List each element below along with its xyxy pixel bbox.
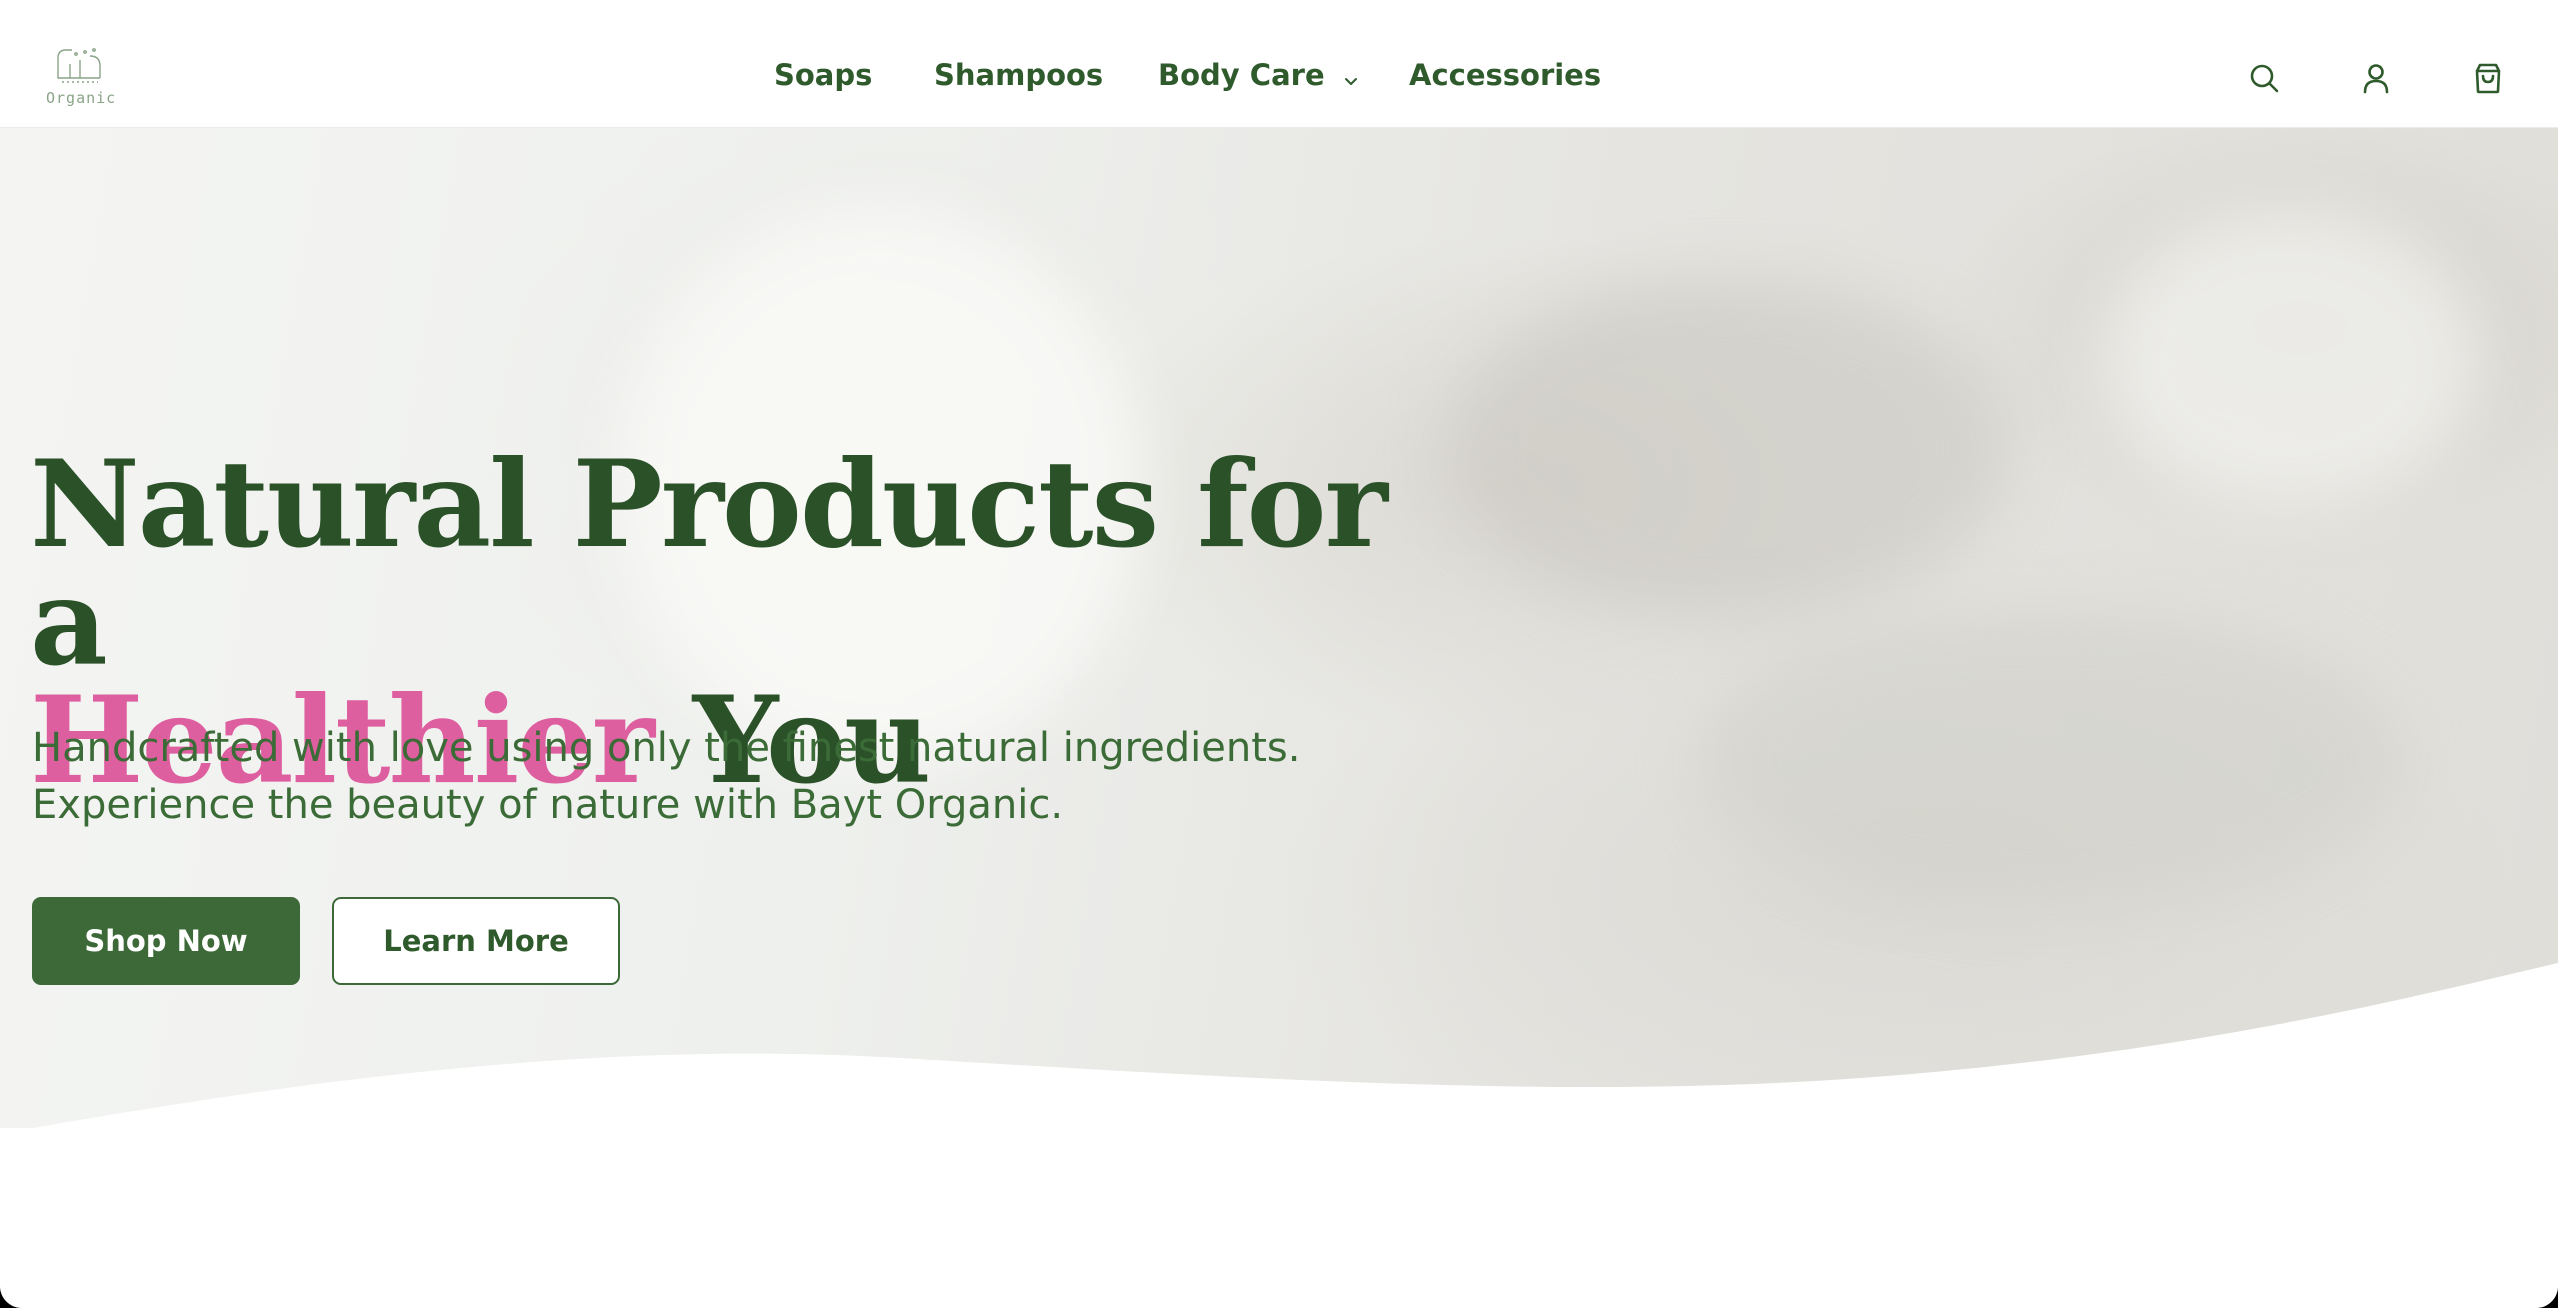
nav-item-soaps[interactable]: Soaps [774,58,872,92]
nav-item-label: Soaps [774,58,873,92]
chevron-down-icon [1343,60,1359,94]
page: Organic Soaps Shampoos Body Care Accesso… [0,0,2558,1308]
nav-item-label: Body Care [1158,58,1325,92]
user-icon[interactable] [2358,60,2394,96]
search-icon[interactable] [2246,60,2282,96]
nav-item-label: Shampoos [934,58,1104,92]
logo-mark-icon [57,48,101,83]
nav-item-body-care[interactable]: Body Care [1158,58,1359,94]
nav-item-label: Accessories [1409,58,1602,92]
brand-logo[interactable]: Organic [46,44,116,112]
nav-item-accessories[interactable]: Accessories [1409,58,1601,92]
logo-text: Organic [46,89,117,107]
nav-item-shampoos[interactable]: Shampoos [934,58,1103,92]
shopping-bag-icon[interactable] [2470,60,2506,96]
site-header: Organic Soaps Shampoos Body Care Accesso… [0,0,2558,128]
bottom-wave [0,963,2558,1308]
